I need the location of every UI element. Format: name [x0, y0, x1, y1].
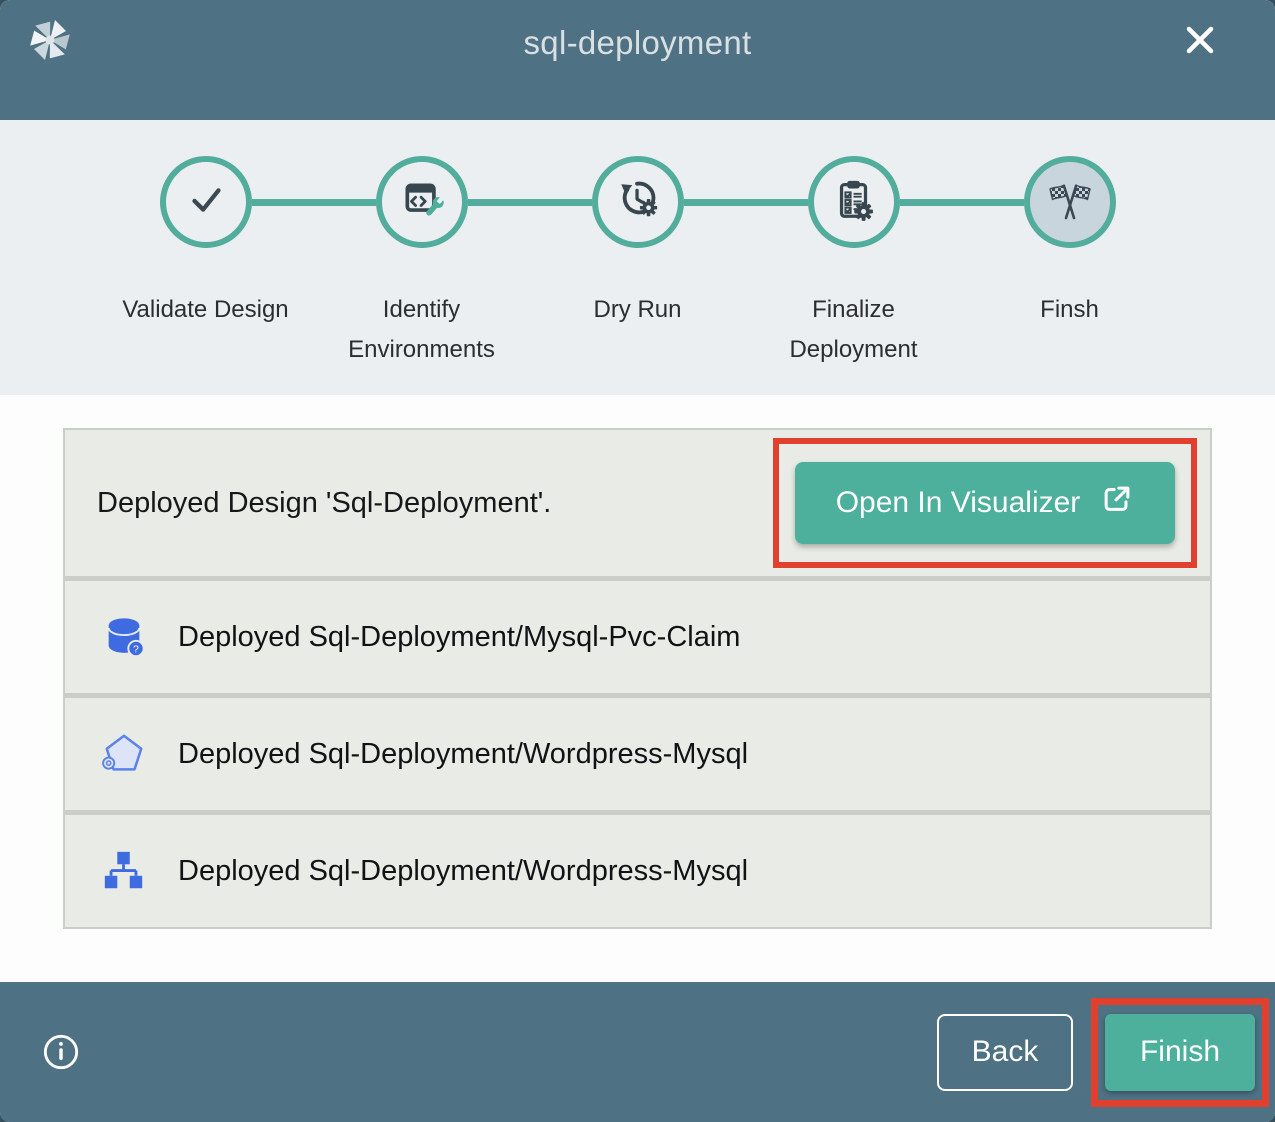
close-icon[interactable]: [1178, 18, 1222, 62]
result-row-text: Deployed Sql-Deployment/Mysql-Pvc-Claim: [178, 621, 740, 654]
step-circle: [160, 156, 252, 248]
results-list: Deployed Design 'Sql-Deployment'. Open I…: [63, 428, 1212, 929]
result-row-text: Deployed Sql-Deployment/Wordpress-Mysql: [178, 855, 748, 888]
step-dry-run: Dry Run: [530, 156, 746, 369]
step-circle: [808, 156, 900, 248]
step-circle-active: [1024, 156, 1116, 248]
dry-run-history-gear-icon: [615, 177, 661, 228]
clipboard-gear-icon: [831, 177, 877, 228]
step-label: Finalize Deployment: [746, 290, 962, 369]
step-identify-environments: Identify Environments: [314, 156, 530, 369]
pentagon-icon: [101, 731, 147, 777]
step-circle: [376, 156, 468, 248]
step-label: Dry Run: [593, 290, 681, 330]
result-row-text: Deployed Sql-Deployment/Wordpress-Mysql: [178, 738, 748, 771]
info-icon[interactable]: [42, 1033, 80, 1071]
back-button[interactable]: Back: [937, 1014, 1073, 1091]
highlight-box-visualizer: Open In Visualizer: [773, 438, 1197, 568]
database-icon: ?: [101, 614, 147, 660]
modal-titlebar: sql-deployment: [0, 0, 1275, 120]
step-label: Identify Environments: [314, 290, 530, 369]
step-finish: Finsh: [962, 156, 1178, 369]
step-circle: [592, 156, 684, 248]
code-config-icon: [400, 178, 444, 227]
checkmark-icon: [183, 177, 229, 228]
svg-text:?: ?: [133, 643, 139, 655]
deployed-design-row: Deployed Design 'Sql-Deployment'. Open I…: [65, 430, 1210, 576]
deployed-design-text: Deployed Design 'Sql-Deployment'.: [97, 487, 551, 520]
step-finalize-deployment: Finalize Deployment: [746, 156, 962, 369]
deployment-stepper: Validate Design: [0, 120, 1275, 395]
result-row-wordpress-mysql-2: Deployed Sql-Deployment/Wordpress-Mysql: [65, 810, 1210, 927]
finish-button[interactable]: Finish: [1105, 1014, 1255, 1091]
open-in-visualizer-button[interactable]: Open In Visualizer: [795, 462, 1175, 544]
step-validate-design: Validate Design: [98, 156, 314, 369]
checkered-flags-icon: [1046, 176, 1094, 229]
result-row-pvc-claim: ? Deployed Sql-Deployment/Mysql-Pvc-Clai…: [65, 576, 1210, 693]
open-in-visualizer-label: Open In Visualizer: [836, 486, 1081, 520]
modal-footer: Back Finish: [0, 982, 1275, 1122]
step-label: Validate Design: [122, 290, 288, 330]
modal-title: sql-deployment: [0, 24, 1275, 62]
hierarchy-icon: [101, 848, 147, 894]
sql-deployment-modal: sql-deployment Validate Design: [0, 0, 1275, 1122]
result-row-wordpress-mysql: Deployed Sql-Deployment/Wordpress-Mysql: [65, 693, 1210, 810]
step-label: Finsh: [1040, 290, 1099, 330]
highlight-box-finish: Finish: [1091, 998, 1269, 1107]
deployment-results: Deployed Design 'Sql-Deployment'. Open I…: [0, 395, 1275, 982]
external-link-icon: [1100, 482, 1134, 524]
